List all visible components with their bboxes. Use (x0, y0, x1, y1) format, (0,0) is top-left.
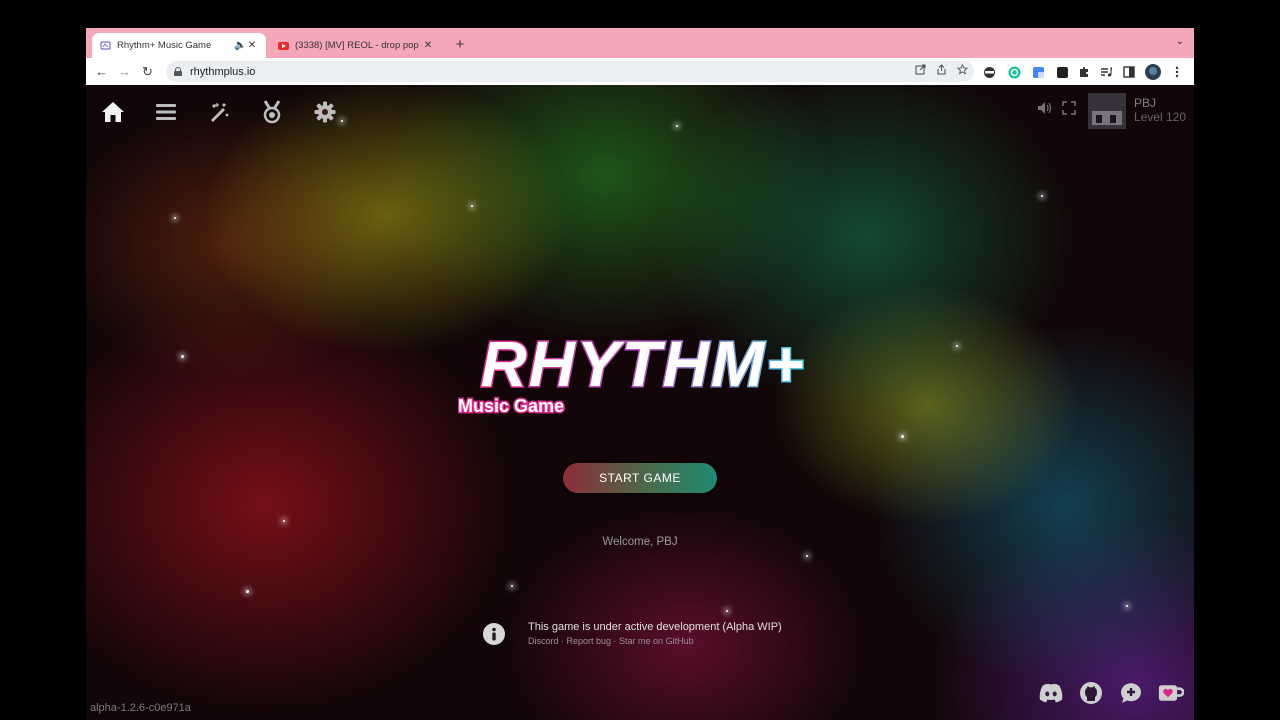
user-info[interactable]: PBJ Level 120 (1134, 93, 1186, 124)
version-label: alpha-1.2.6-c0e971a (90, 702, 191, 714)
menu-icon[interactable] (153, 99, 178, 124)
tab-strip: Rhythm+ Music Game 🔈 ✕ (3338) [MV] REOL … (86, 28, 1194, 58)
star-decoration (174, 217, 176, 219)
discord-icon[interactable] (1038, 681, 1064, 705)
star-decoration (806, 555, 808, 557)
footer-icons (1038, 681, 1184, 705)
medal-icon[interactable] (259, 99, 284, 124)
feedback-icon[interactable] (1118, 681, 1144, 705)
notice-links: Discord · Report bug · Star me on GitHub (528, 636, 782, 646)
star-decoration (1041, 195, 1043, 197)
star-decoration (676, 125, 678, 127)
extension-ninja-icon[interactable] (981, 64, 997, 80)
link-separator: · (558, 636, 567, 646)
welcome-message: Welcome, PBJ (602, 536, 678, 548)
star-decoration (511, 585, 513, 587)
browser-toolbar: ← → ↻ rhythmplus.io (86, 58, 1194, 85)
share-icon[interactable] (936, 64, 947, 78)
browser-menu-icon[interactable] (1169, 64, 1185, 80)
fullscreen-icon[interactable] (1060, 101, 1078, 119)
rhythm-game-page: PBJ Level 120 RHYTHM+ Music Game START G… (86, 85, 1194, 720)
star-decoration (726, 610, 728, 612)
star-decoration (1126, 605, 1128, 607)
star-decoration (471, 205, 473, 207)
extensions-puzzle-icon[interactable] (1076, 64, 1092, 80)
star-decoration (283, 520, 285, 522)
home-icon[interactable] (100, 99, 125, 124)
tab-youtube[interactable]: (3338) [MV] REOL - drop pop candy ✕ (270, 33, 442, 58)
github-star-link[interactable]: Star me on GitHub (619, 636, 694, 646)
user-panel: PBJ Level 120 (1036, 93, 1186, 129)
star-decoration (901, 435, 904, 438)
tab-title: Rhythm+ Music Game (117, 40, 212, 51)
profile-avatar-icon[interactable] (1145, 64, 1161, 80)
tab-close-icon[interactable]: ✕ (246, 40, 258, 51)
avatar[interactable] (1087, 93, 1126, 129)
game-top-nav (100, 99, 337, 124)
tab-title: (3338) [MV] REOL - drop pop candy (295, 40, 422, 51)
address-bar[interactable]: rhythmplus.io (166, 61, 974, 82)
extension-translate-icon[interactable] (1030, 64, 1046, 80)
rhythm-plus-logo: RHYTHM+ Music Game (458, 330, 805, 415)
info-icon (483, 622, 505, 645)
side-panel-icon[interactable] (1121, 64, 1137, 80)
start-game-button[interactable]: START GAME (563, 463, 717, 493)
discord-link[interactable]: Discord (528, 636, 559, 646)
tab-audio-icon[interactable]: 🔈 (234, 40, 246, 51)
media-playlist-icon[interactable] (1098, 64, 1114, 80)
link-separator: · (611, 636, 620, 646)
logo-subtitle: Music Game (458, 396, 564, 415)
kofi-icon[interactable] (1158, 681, 1184, 705)
url-text: rhythmplus.io (190, 65, 256, 78)
star-decoration (956, 345, 958, 347)
lock-icon (174, 67, 182, 76)
open-external-icon[interactable] (915, 64, 926, 78)
logo-title: RHYTHM+ (480, 330, 805, 400)
extension-dark-icon[interactable] (1054, 64, 1070, 80)
back-button[interactable]: ← (90, 64, 113, 79)
github-icon[interactable] (1078, 681, 1104, 705)
reload-button[interactable]: ↻ (136, 64, 159, 80)
youtube-favicon-icon (278, 40, 289, 51)
report-bug-link[interactable]: Report bug (567, 636, 612, 646)
user-name: PBJ (1133, 96, 1156, 110)
volume-icon[interactable] (1036, 101, 1054, 119)
extension-grammarly-icon[interactable] (1006, 64, 1022, 80)
bookmark-star-icon[interactable] (956, 63, 969, 78)
star-decoration (246, 590, 249, 593)
tab-search-icon[interactable]: ⌄ (1176, 36, 1184, 47)
user-level: Level 120 (1133, 110, 1186, 124)
browser-window: Rhythm+ Music Game 🔈 ✕ (3338) [MV] REOL … (86, 28, 1194, 720)
star-decoration (181, 355, 184, 358)
notice-text: This game is under active development (A… (528, 621, 782, 633)
star-decoration (341, 120, 343, 122)
editor-icon[interactable] (206, 99, 231, 124)
tab-rhythm-plus[interactable]: Rhythm+ Music Game 🔈 ✕ (92, 33, 266, 58)
gear-icon[interactable] (312, 99, 337, 124)
forward-button[interactable]: → (113, 64, 136, 79)
development-notice: This game is under active development (A… (483, 621, 782, 646)
new-tab-button[interactable]: + (452, 36, 468, 53)
rhythm-favicon-icon (100, 40, 111, 51)
tab-close-icon[interactable]: ✕ (422, 40, 434, 51)
